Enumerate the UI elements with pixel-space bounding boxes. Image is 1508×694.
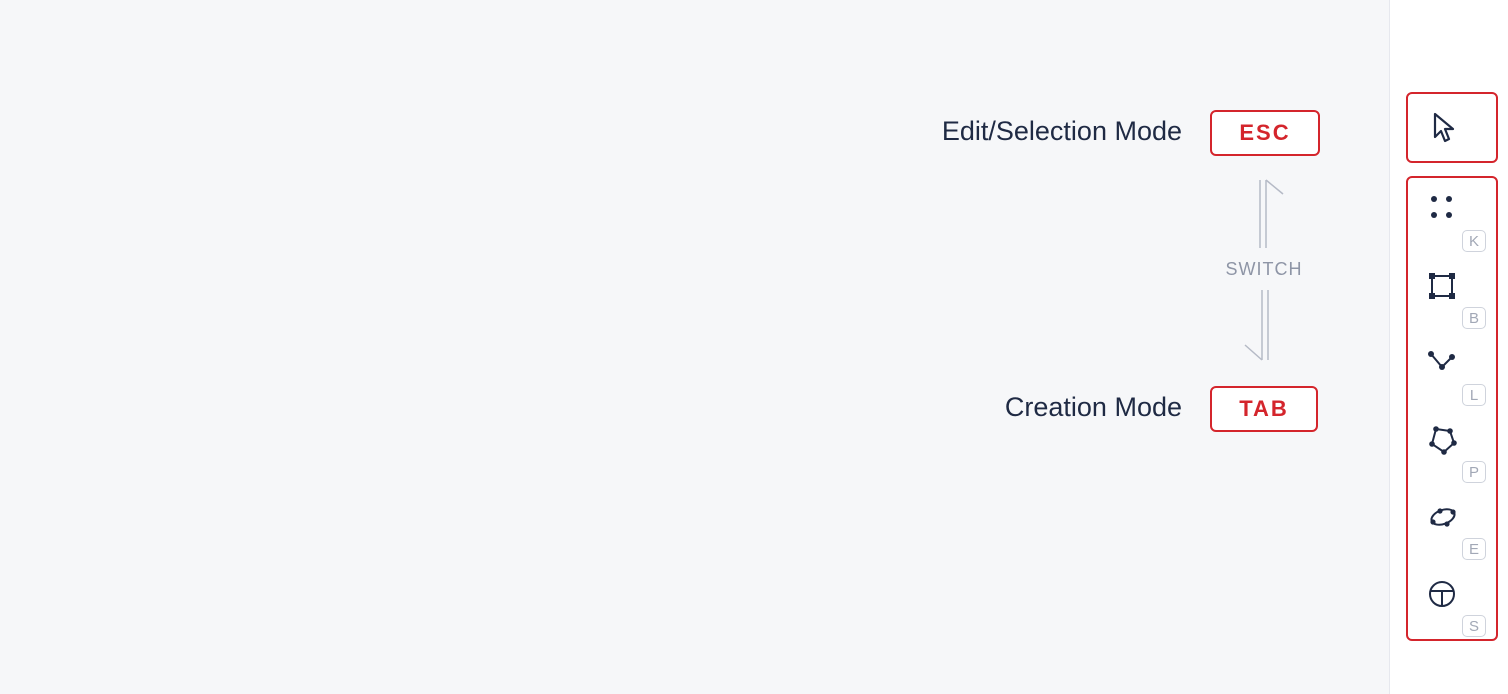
polyline-tool-button[interactable]: L	[1412, 341, 1492, 411]
switch-up-arrow-icon	[1259, 179, 1284, 248]
annotation-canvas[interactable]: Edit/Selection Mode ESC SWITCH Creation …	[0, 0, 1389, 694]
polyline-icon	[1428, 351, 1455, 370]
ellipse-hotkey: E	[1462, 538, 1486, 560]
edit-mode-label: Edit/Selection Mode	[941, 116, 1182, 146]
creation-mode-label: Creation Mode	[1004, 392, 1182, 422]
cursor-icon	[1433, 112, 1455, 143]
polygon-tool-button[interactable]: P	[1412, 418, 1492, 488]
segmentation-icon	[1429, 581, 1455, 607]
esc-key-badge: ESC	[1210, 110, 1320, 156]
tab-key-badge: TAB	[1210, 386, 1318, 432]
segmentation-tool-button[interactable]: S	[1412, 572, 1492, 642]
polygon-hotkey: P	[1462, 461, 1486, 483]
tab-key-label: TAB	[1239, 396, 1289, 421]
esc-key-label: ESC	[1239, 120, 1291, 145]
switch-down-arrow-icon	[1244, 290, 1269, 361]
polygon-icon	[1429, 426, 1457, 455]
bounding-box-tool-button[interactable]: B	[1412, 264, 1492, 334]
keypoints-tool-button[interactable]: K	[1412, 187, 1492, 257]
polyline-hotkey: L	[1462, 384, 1486, 406]
bounding-box-hotkey: B	[1462, 307, 1486, 329]
ellipse-icon	[1430, 508, 1456, 527]
bounding-box-icon	[1429, 273, 1455, 299]
switch-label: SWITCH	[1225, 259, 1303, 279]
keypoints-hotkey: K	[1462, 230, 1486, 252]
ellipse-tool-button[interactable]: E	[1412, 495, 1492, 565]
creation-tools-group: K B L P E S	[1406, 176, 1498, 641]
select-tool-button[interactable]	[1412, 94, 1492, 164]
keypoints-icon	[1431, 196, 1452, 218]
segmentation-hotkey: S	[1462, 615, 1486, 637]
select-tool-group	[1406, 92, 1498, 163]
